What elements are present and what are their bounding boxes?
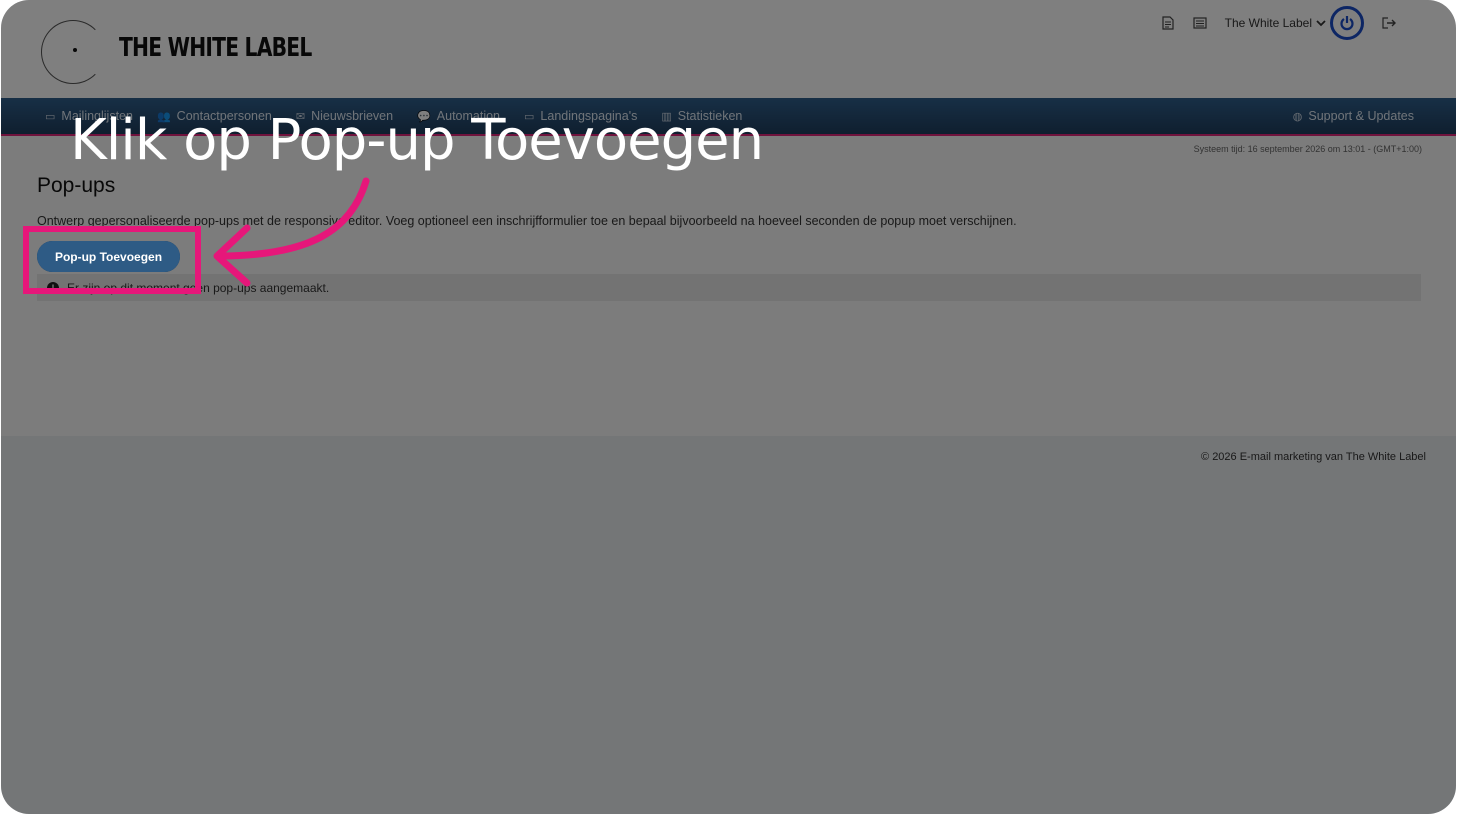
logout-icon[interactable]: [1382, 16, 1396, 30]
list-icon[interactable]: [1193, 16, 1207, 30]
avatar[interactable]: [1330, 6, 1364, 40]
system-time: Systeem tijd: 16 september 2026 om 13:01…: [1193, 144, 1422, 154]
nav-label: Support & Updates: [1308, 109, 1414, 123]
account-name: The White Label: [1224, 16, 1312, 30]
footer-text: © 2026 E-mail marketing van The White La…: [1201, 451, 1426, 463]
nav-item-support[interactable]: ◍ Support & Updates: [1293, 109, 1414, 123]
footer: © 2026 E-mail marketing van The White La…: [1, 436, 1456, 814]
top-right-toolbar: The White Label: [1161, 6, 1396, 40]
power-icon: [1340, 16, 1354, 31]
app-window: THE WHITE LABEL The White Label ▭ Mailin…: [1, 0, 1456, 814]
chevron-down-icon: [1316, 20, 1326, 27]
globe-icon: ◍: [1292, 110, 1303, 123]
callout-text: Klik op Pop-up Toevoegen: [70, 108, 764, 173]
account-menu[interactable]: The White Label: [1225, 6, 1364, 40]
document-icon[interactable]: [1161, 16, 1175, 30]
